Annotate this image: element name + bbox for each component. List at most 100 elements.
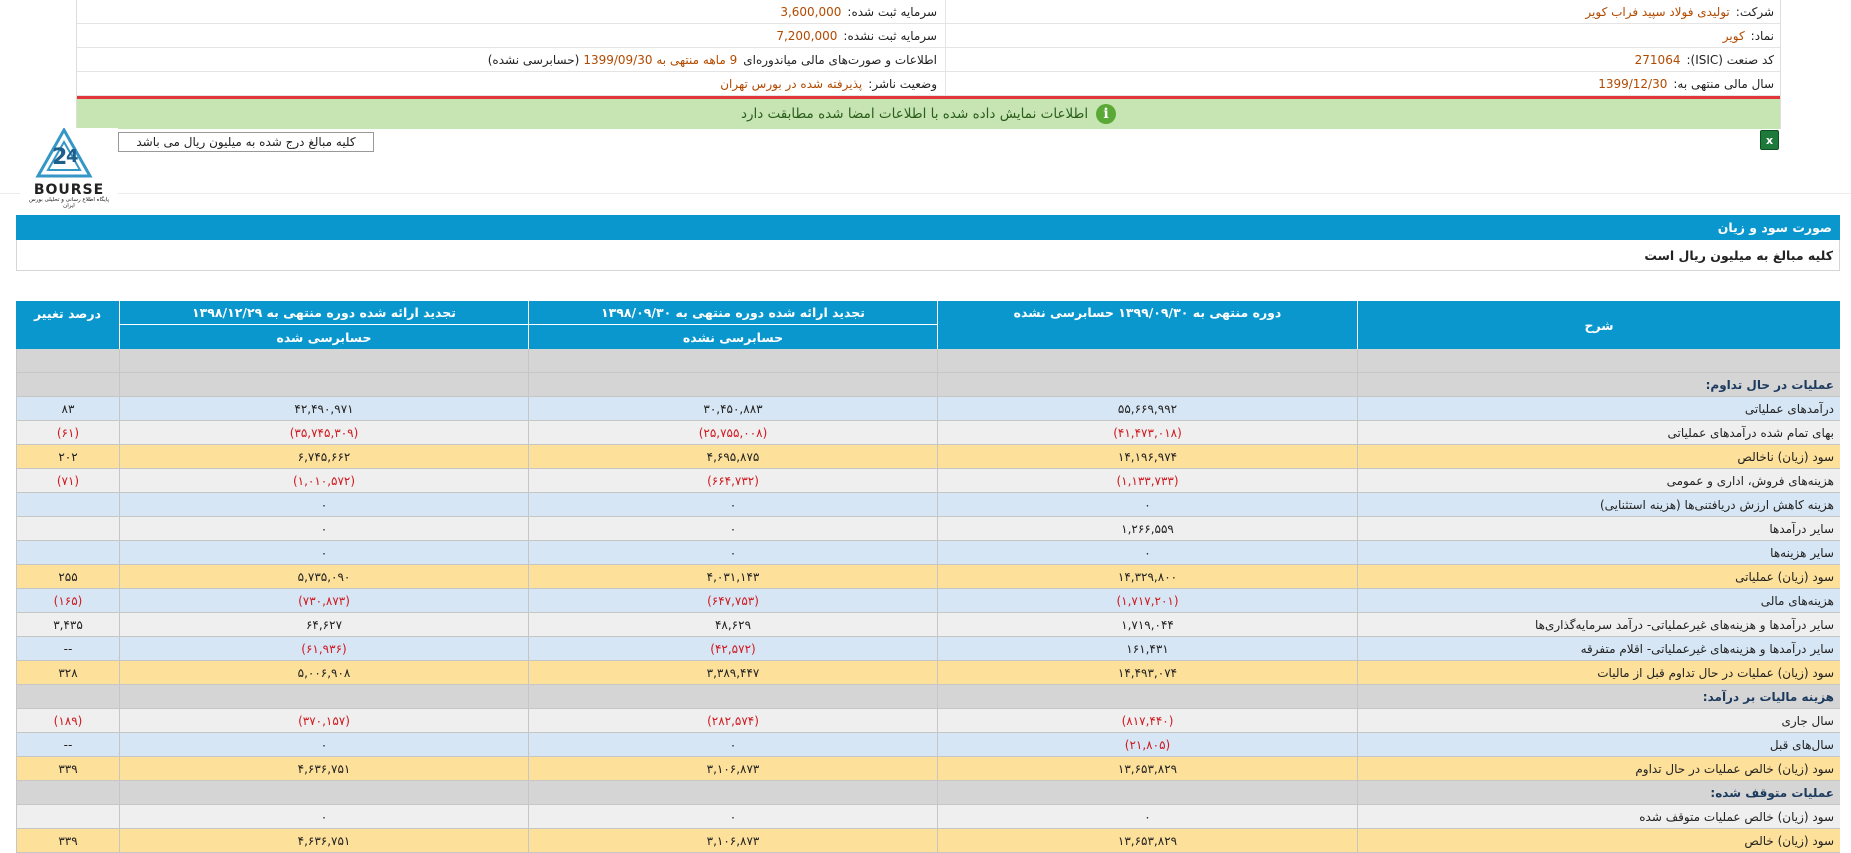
row-description: سود (زیان) عملیات در حال تداوم قبل از ما… <box>1357 661 1840 684</box>
row-description <box>1357 349 1840 372</box>
signed-match-notice: i اطلاعات نمایش داده شده با اطلاعات امضا… <box>77 99 1780 129</box>
cell-period1: ۰ <box>937 805 1357 828</box>
cell-period1: (۱,۱۳۳,۷۳۳) <box>937 469 1357 492</box>
unregistered-capital-cell: سرمایه ثبت نشده: 7,200,000 <box>77 24 945 47</box>
cell-pct: (۱۸۹) <box>16 709 119 732</box>
cell-period3: ۰ <box>119 493 528 516</box>
row-description: سود (زیان) خالص عملیات در حال تداوم <box>1357 757 1840 780</box>
cell-pct <box>16 685 119 708</box>
cell-period2 <box>528 685 937 708</box>
audit-status-note: (حسابرسی نشده) <box>487 52 580 67</box>
table-row: بهای تمام شده درآمدهای عملیاتی (۴۱,۴۷۳,۰۱… <box>16 421 1840 445</box>
cell-pct <box>16 781 119 804</box>
cell-period1: ۱,۷۱۹,۰۴۴ <box>937 613 1357 636</box>
row-description: سایر درآمدها <box>1357 517 1840 540</box>
cell-period2 <box>528 349 937 372</box>
row-description: هزینه کاهش ارزش دریافتنی‌ها (هزینه استثن… <box>1357 493 1840 516</box>
table-row: سود (زیان) عملیاتی ۱۴,۳۲۹,۸۰۰ ۴,۰۳۱,۱۴۳ ۵,۷… <box>16 565 1840 589</box>
section-row: هزینه مالیات بر درآمد: <box>16 685 1840 709</box>
divider <box>0 193 1851 194</box>
cell-period1: ۱۴,۱۹۶,۹۷۴ <box>937 445 1357 468</box>
statement-subtitle-bar: کلیه مبالغ به میلیون ریال است <box>16 240 1840 271</box>
cell-period1: ۱۶۱,۴۳۱ <box>937 637 1357 660</box>
row-description: سود (زیان) عملیاتی <box>1357 565 1840 588</box>
fiscal-year-cell: سال مالی منتهی به: 1399/12/30 <box>945 72 1780 95</box>
section-row: عملیات متوقف شده: <box>16 781 1840 805</box>
cell-period2: ۰ <box>528 493 937 516</box>
row-description: سایر هزینه‌ها <box>1357 541 1840 564</box>
cell-pct: -- <box>16 637 119 660</box>
cell-pct <box>16 349 119 372</box>
cell-pct <box>16 805 119 828</box>
cell-period3: (۱,۰۱۰,۵۷۲) <box>119 469 528 492</box>
cell-pct: ۳۲۸ <box>16 661 119 684</box>
cell-period3: ۶,۷۴۵,۶۶۲ <box>119 445 528 468</box>
table-row: هزینه کاهش ارزش دریافتنی‌ها (هزینه استثن… <box>16 493 1840 517</box>
company-value: تولیدی فولاد سپید فراب کویر <box>1585 4 1730 19</box>
info-row-company: شرکت: تولیدی فولاد سپید فراب کویر سرمایه… <box>77 0 1780 24</box>
cell-period1: ۱۳,۶۵۳,۸۲۹ <box>937 757 1357 780</box>
info-row-symbol: نماد: کویر سرمایه ثبت نشده: 7,200,000 <box>77 24 1780 48</box>
symbol-cell: نماد: کویر <box>945 24 1780 47</box>
table-row: سال جاری (۸۱۷,۴۴۰) (۲۸۲,۵۷۴) (۳۷۰,۱۵۷) (۱۸۹) <box>16 709 1840 733</box>
cell-period2: ۰ <box>528 517 937 540</box>
row-description: درآمدهای عملیاتی <box>1357 397 1840 420</box>
row-description: هزینه مالیات بر درآمد: <box>1357 685 1840 708</box>
column-header-period1: دوره منتهی به ۱۳۹۹/۰۹/۳۰ حسابرسی نشده <box>937 301 1357 349</box>
column-header-period3-sub: حسابرسی شده <box>119 325 528 349</box>
cell-period2: ۴۸,۶۲۹ <box>528 613 937 636</box>
column-header-period2-sub: حسابرسی نشده <box>528 325 937 349</box>
logo-text: BOURSE <box>34 182 104 196</box>
cell-period3: (۶۱,۹۳۶) <box>119 637 528 660</box>
table-row: سود (زیان) ناخالص ۱۴,۱۹۶,۹۷۴ ۴,۶۹۵,۸۷۵ ۶,۷۴… <box>16 445 1840 469</box>
table-row: سود (زیان) خالص ۱۳,۶۵۳,۸۲۹ ۳,۱۰۶,۸۷۳ ۴,۶۳۶,… <box>16 829 1840 853</box>
cell-pct: ۳۳۹ <box>16 829 119 852</box>
info-icon: i <box>1096 104 1117 124</box>
statement-subtitle: کلیه مبالغ به میلیون ریال است <box>1644 247 1833 263</box>
cell-period2: (۶۴۷,۷۵۳) <box>528 589 937 612</box>
cell-period2: (۴۲,۵۷۲) <box>528 637 937 660</box>
cell-period1: ۱,۲۶۶,۵۵۹ <box>937 517 1357 540</box>
cell-period1 <box>937 373 1357 396</box>
cell-period3: ۰ <box>119 517 528 540</box>
table-header: شرح دوره منتهی به ۱۳۹۹/۰۹/۳۰ حسابرسی نشد… <box>16 301 1840 349</box>
info-row-isic: کد صنعت (ISIC): 271064 اطلاعات و صورت‌ها… <box>77 48 1780 72</box>
cell-period2 <box>528 373 937 396</box>
info-row-fiscal-year: سال مالی منتهی به: 1399/12/30 وضعیت ناشر… <box>77 72 1780 96</box>
column-header-pct: درصد تغییر <box>34 305 101 321</box>
company-label: شرکت: <box>1735 4 1774 19</box>
cell-period2: ۰ <box>528 733 937 756</box>
cell-period3: ۴۲,۴۹۰,۹۷۱ <box>119 397 528 420</box>
fiscal-year-value: 1399/12/30 <box>1598 76 1668 91</box>
table-row: هزینه‌های فروش، اداری و عمومی (۱,۱۳۳,۷۳۳)… <box>16 469 1840 493</box>
cell-period1: ۱۳,۶۵۳,۸۲۹ <box>937 829 1357 852</box>
excel-icon[interactable]: x <box>1760 130 1779 150</box>
cell-period1: (۴۱,۴۷۳,۰۱۸) <box>937 421 1357 444</box>
table-row: هزینه‌های مالی (۱,۷۱۷,۲۰۱) (۶۴۷,۷۵۳) (۷۳۰,۸… <box>16 589 1840 613</box>
cell-pct: ۸۳ <box>16 397 119 420</box>
cell-pct: ۳,۴۳۵ <box>16 613 119 636</box>
income-statement-table: شرح دوره منتهی به ۱۳۹۹/۰۹/۳۰ حسابرسی نشد… <box>16 301 1840 853</box>
cell-period2: ۳,۱۰۶,۸۷۳ <box>528 757 937 780</box>
cell-period3 <box>119 685 528 708</box>
cell-period1: (۱,۷۱۷,۲۰۱) <box>937 589 1357 612</box>
table-row: سود (زیان) خالص عملیات در حال تداوم ۱۳,۶۵… <box>16 757 1840 781</box>
cell-period2: ۴,۰۳۱,۱۴۳ <box>528 565 937 588</box>
publisher-status-value: پذیرفته شده در بورس تهران <box>720 76 863 91</box>
cell-period3: ۴,۶۳۶,۷۵۱ <box>119 757 528 780</box>
isic-value: 271064 <box>1634 52 1681 67</box>
company-cell: شرکت: تولیدی فولاد سپید فراب کویر <box>945 0 1780 23</box>
table-row: سود (زیان) عملیات در حال تداوم قبل از ما… <box>16 661 1840 685</box>
svg-text:4: 4 <box>66 146 79 167</box>
cell-period3: ۰ <box>119 733 528 756</box>
report-period-label: اطلاعات و صورت‌های مالی میاندوره‌ای <box>743 52 937 67</box>
cell-period3: (۳۵,۷۴۵,۳۰۹) <box>119 421 528 444</box>
cell-period3 <box>119 373 528 396</box>
report-period-value: 9 ماهه منتهی به 1399/09/30 <box>583 52 738 67</box>
table-row: درآمدهای عملیاتی ۵۵,۶۶۹,۹۹۲ ۳۰,۴۵۰,۸۸۳ ۴۲,۴… <box>16 397 1840 421</box>
bourse-logo: 2 4 BOURSE پایگاه اطلاع رسانی و تحلیلی ب… <box>20 126 118 209</box>
cell-period3: (۷۳۰,۸۷۳) <box>119 589 528 612</box>
cell-period3: ۶۴,۶۲۷ <box>119 613 528 636</box>
cell-pct: (۶۱) <box>16 421 119 444</box>
registered-capital-label: سرمایه ثبت شده: <box>847 4 937 19</box>
